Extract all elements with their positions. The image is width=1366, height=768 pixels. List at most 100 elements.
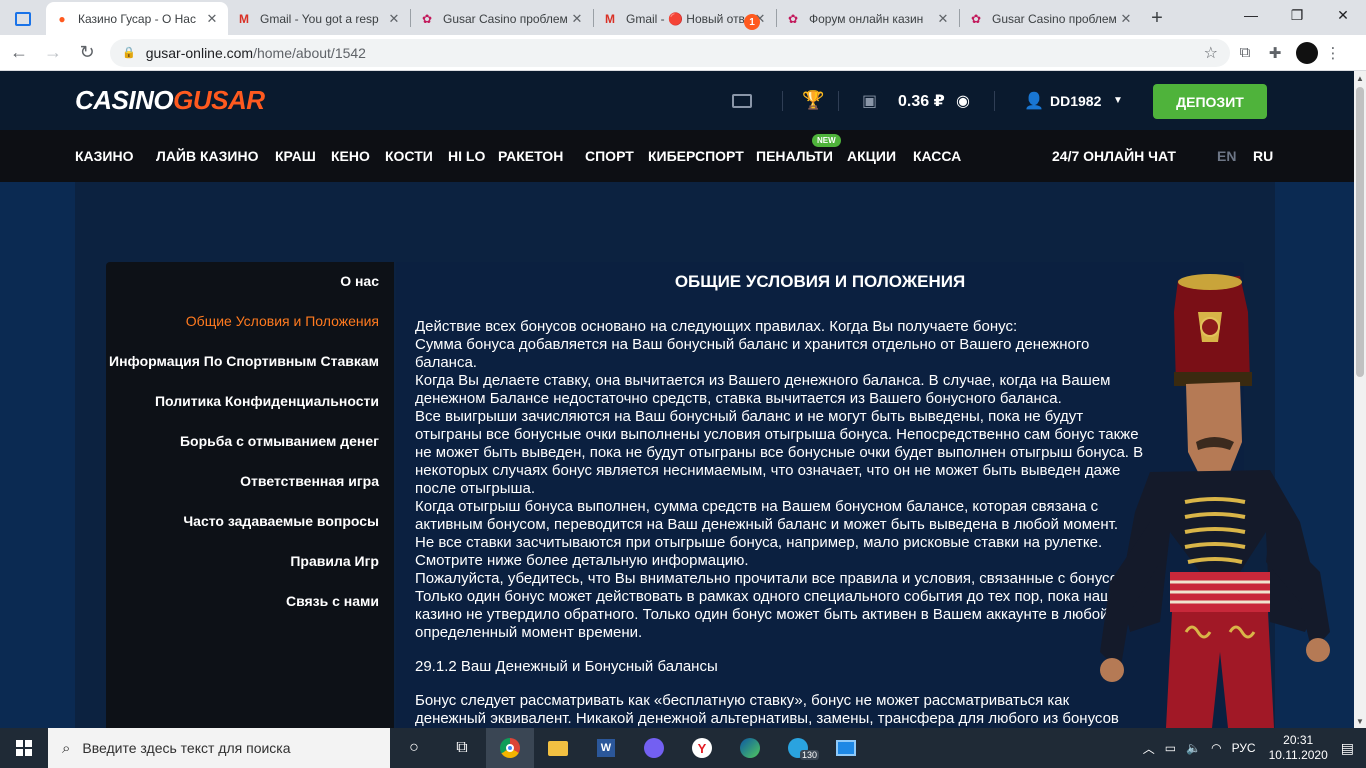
sidebar-item-about[interactable]: О нас xyxy=(340,273,379,289)
lang-en[interactable]: EN xyxy=(1217,130,1236,182)
browser-tab[interactable]: ✿ Gusar Casino проблем ✕ xyxy=(960,2,1142,35)
windows-logo-icon xyxy=(16,740,32,756)
deposit-button[interactable]: ДЕПОЗИТ xyxy=(1153,84,1267,119)
window-controls: — ❐ ✕ xyxy=(1228,0,1366,30)
sidebar-item-privacy[interactable]: Политика Конфиденциальности xyxy=(155,393,379,409)
divider xyxy=(782,91,783,111)
nav-sport[interactable]: СПОРТ xyxy=(585,130,634,182)
volume-icon[interactable]: 🔈 xyxy=(1186,741,1201,755)
telegram-badge: 130 xyxy=(800,750,820,760)
scroll-up-arrow-icon[interactable]: ▲ xyxy=(1354,71,1366,85)
sidebar-item-rules[interactable]: Правила Игр xyxy=(290,553,379,569)
chrome-icon[interactable] xyxy=(486,728,534,768)
browser-tab[interactable]: ✿ Gusar Casino проблем ✕ xyxy=(411,2,593,35)
telegram-icon[interactable]: 130 xyxy=(774,728,822,768)
sidebar-item-terms[interactable]: Общие Условия и Положения xyxy=(186,313,379,329)
balance-amount: 0.36 ₽ xyxy=(898,92,945,110)
word-icon[interactable]: W xyxy=(582,728,630,768)
puzzle-extensions-icon[interactable]: ✚ xyxy=(1260,38,1290,68)
nav-live-chat[interactable]: 24/7 ОНЛАЙН ЧАТ xyxy=(1052,130,1176,182)
trophy-icon[interactable]: 🏆 xyxy=(802,71,824,130)
cortana-icon[interactable]: ○ xyxy=(390,728,438,768)
gift-favicon-icon: ✿ xyxy=(421,11,433,26)
reload-button[interactable]: ↻ xyxy=(72,38,102,68)
url-domain: gusar-online.com xyxy=(145,44,254,61)
page-scrollbar[interactable]: ▲ ▼ xyxy=(1354,71,1366,728)
close-tab-icon[interactable]: ✕ xyxy=(1118,11,1134,27)
nav-keno[interactable]: КЕНО xyxy=(331,130,370,182)
logo-text: CASINO xyxy=(75,85,174,115)
sidebar-item-aml[interactable]: Борьба с отмыванием денег xyxy=(180,433,379,449)
url-input[interactable]: 🔒 gusar-online.com/home/about/1542 ☆ xyxy=(110,38,1230,67)
nav-casino[interactable]: КАЗИНО xyxy=(75,130,134,182)
network-icon[interactable]: ▭ xyxy=(1165,741,1176,755)
wifi-icon[interactable]: ◠ xyxy=(1211,741,1221,755)
browser-tab[interactable]: ✿ Форум онлайн казин ✕ xyxy=(777,2,959,35)
nav-crash[interactable]: КРАШ xyxy=(275,130,316,182)
yandex-browser-icon[interactable]: Y xyxy=(678,728,726,768)
lang-ru[interactable]: RU xyxy=(1253,130,1273,182)
hide-balance-eye-icon[interactable]: ◉ xyxy=(956,71,970,130)
sidebar-item-contact[interactable]: Связь с нами xyxy=(286,593,379,609)
close-tab-icon[interactable]: ✕ xyxy=(386,11,402,27)
hussar-character-illustration xyxy=(1100,274,1330,728)
close-window-button[interactable]: ✕ xyxy=(1320,0,1366,30)
lock-icon: 🔒 xyxy=(122,47,136,59)
close-tab-icon[interactable]: ✕ xyxy=(569,11,585,27)
wallet-icon[interactable]: ▣ xyxy=(862,71,877,130)
tray-chevron-up-icon[interactable]: ︿ xyxy=(1143,740,1155,757)
tab-title: Форум онлайн казин xyxy=(809,11,924,26)
sidebar-item-sports-info[interactable]: Информация По Спортивным Ставкам xyxy=(109,353,379,369)
gift-favicon-icon: ✿ xyxy=(787,11,799,26)
maximize-button[interactable]: ❐ xyxy=(1274,0,1320,30)
notifications-icon[interactable]: ▤ xyxy=(1341,740,1354,757)
tab-title: Казино Гусар - О Нас xyxy=(78,11,196,26)
forward-button[interactable]: → xyxy=(38,38,68,68)
scroll-down-arrow-icon[interactable]: ▼ xyxy=(1354,714,1366,728)
menu-kebab-icon[interactable]: ⋮ xyxy=(1318,38,1348,68)
extension-icon[interactable]: ⧉ xyxy=(1230,38,1260,68)
casino-gusar-logo[interactable]: CASINOGUSAR xyxy=(75,85,265,116)
viber-icon[interactable] xyxy=(630,728,678,768)
close-tab-icon[interactable]: ✕ xyxy=(935,11,951,27)
sidebar-item-responsible[interactable]: Ответственная игра xyxy=(240,473,379,489)
about-sidebar: О нас Общие Условия и Положения Информац… xyxy=(106,262,394,728)
nav-live-casino[interactable]: ЛАЙВ КАЗИНО xyxy=(156,130,258,182)
back-button[interactable]: ← xyxy=(4,38,34,68)
windows-taskbar: ⌕ Введите здесь текст для поиска ○ ⧉ W Y… xyxy=(0,728,1366,768)
nav-cashier[interactable]: КАССА xyxy=(913,130,961,182)
nav-esports[interactable]: КИБЕРСПОРТ xyxy=(648,130,744,182)
browser-tab-active[interactable]: ● Казино Гусар - О Нас ✕ xyxy=(46,2,228,35)
task-view-icon[interactable]: ⧉ xyxy=(438,728,486,768)
start-button[interactable] xyxy=(0,728,48,768)
search-icon: ⌕ xyxy=(62,739,71,757)
site-header: CASINOGUSAR 🏆 ▣ 0.36 ₽ ◉ 👤 DD1982 ▼ xyxy=(0,71,1354,130)
profile-avatar[interactable] xyxy=(1296,41,1318,64)
nav-raketon[interactable]: РАКЕТОН xyxy=(498,130,563,182)
close-tab-icon[interactable]: ✕ xyxy=(204,11,220,27)
user-icon[interactable]: 👤 xyxy=(1024,71,1044,130)
scrollbar-thumb[interactable] xyxy=(1356,87,1364,377)
gmail-favicon-icon: M xyxy=(239,11,249,26)
username[interactable]: DD1982 xyxy=(1050,71,1101,130)
clock[interactable]: 20:31 10.11.2020 xyxy=(1269,733,1328,763)
taskbar-search-input[interactable]: ⌕ Введите здесь текст для поиска xyxy=(48,728,390,768)
input-language[interactable]: РУС xyxy=(1232,741,1256,755)
sidebar-item-faq[interactable]: Часто задаваемые вопросы xyxy=(183,513,379,529)
edge-icon[interactable] xyxy=(726,728,774,768)
browser-tab[interactable]: M Gmail - You got a resp ✕ xyxy=(228,2,410,35)
nav-promotions[interactable]: АКЦИИ xyxy=(847,130,896,182)
gmail-favicon-icon: M xyxy=(605,11,615,26)
tab-search-button[interactable] xyxy=(0,2,46,35)
photos-icon[interactable] xyxy=(822,728,870,768)
nav-hilo[interactable]: HI LO xyxy=(448,130,485,182)
minimize-button[interactable]: — xyxy=(1228,0,1274,30)
new-tab-button[interactable]: + xyxy=(1142,2,1172,35)
bookmark-star-icon[interactable]: ☆ xyxy=(1204,43,1218,63)
tab-title: Gmail - You got a resp xyxy=(260,11,379,26)
mail-icon[interactable] xyxy=(732,71,752,130)
chevron-down-icon[interactable]: ▼ xyxy=(1113,71,1123,130)
file-explorer-icon[interactable] xyxy=(534,728,582,768)
nav-dice[interactable]: КОСТИ xyxy=(385,130,433,182)
browser-tab-strip: ● Казино Гусар - О Нас ✕ M Gmail - You g… xyxy=(0,0,1366,35)
